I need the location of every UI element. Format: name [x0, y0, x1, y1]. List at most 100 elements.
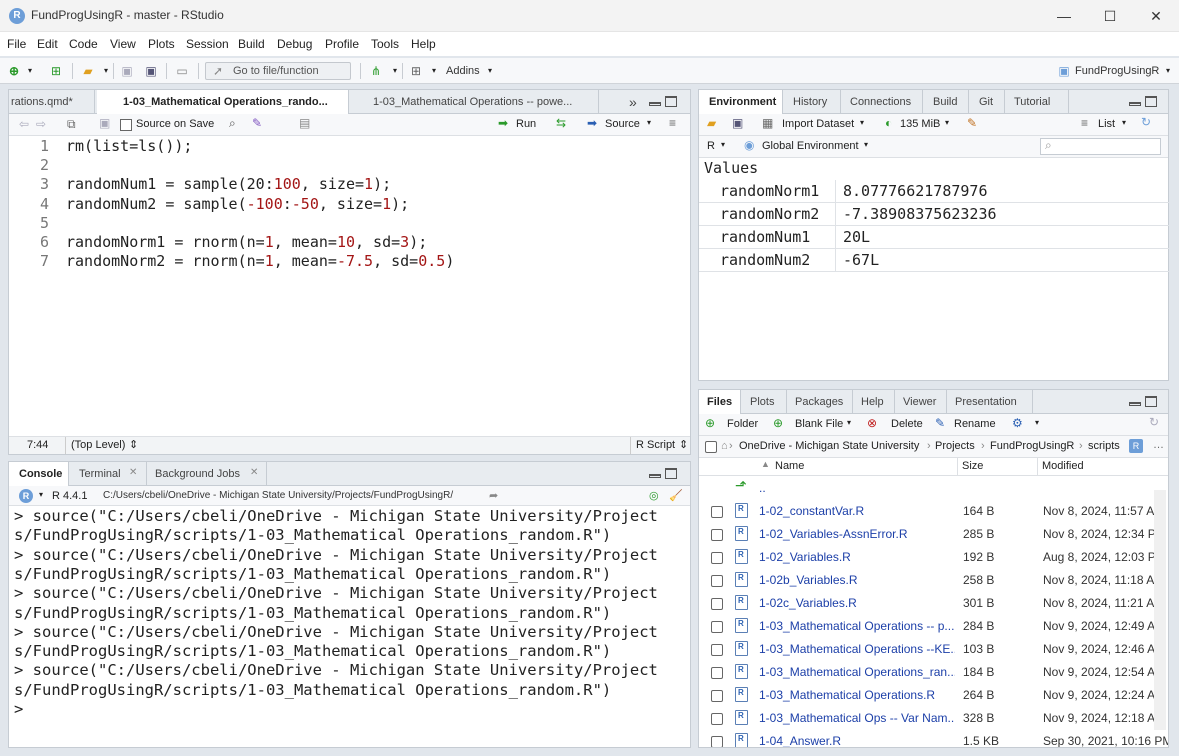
file-row[interactable]: 1-04_Answer.R 1.5 KB Sep 30, 2021, 10:16 P… [699, 730, 1168, 747]
menu-profile[interactable]: Profile [325, 37, 359, 51]
goto-dir-icon[interactable]: ➦ [489, 489, 498, 502]
project-menu[interactable]: FundProgUsingR [1075, 65, 1159, 77]
breadcrumb-onedrive[interactable]: OneDrive - Michigan State University [739, 440, 919, 452]
file-row[interactable]: 1-02b_Variables.R 258 B Nov 8, 2024, 11:18… [699, 569, 1168, 592]
pane-minmax-icon[interactable] [649, 96, 679, 108]
load-workspace-icon[interactable]: ▰ [707, 116, 716, 130]
chevron-down-icon[interactable]: ▾ [1160, 63, 1176, 79]
tab-math-random[interactable]: 1-03_Mathematical Operations_rando... [97, 90, 349, 115]
doc-outline-icon[interactable]: ≡ [669, 116, 676, 130]
menu-file[interactable]: File [7, 37, 26, 51]
parent-dir-link[interactable]: .. [759, 481, 955, 495]
code-line[interactable]: rm(list=ls()); [66, 137, 192, 155]
chevron-down-icon[interactable]: ▾ [482, 63, 498, 79]
file-row[interactable]: 1-03_Mathematical Operations_ran... 184 B… [699, 661, 1168, 684]
col-name-header[interactable]: Name [775, 460, 804, 472]
env-row[interactable]: randomNorm2 -7.38908375623236 [699, 203, 1169, 226]
print-icon[interactable]: ▭ [174, 63, 190, 79]
file-row[interactable]: 1-02_constantVar.R 164 B Nov 8, 2024, 11:5… [699, 500, 1168, 523]
close-icon[interactable]: ✕ [129, 467, 137, 478]
clear-console-icon[interactable]: 🧹 [669, 489, 683, 502]
pane-minmax-icon[interactable] [1129, 396, 1159, 408]
scope-selector[interactable]: Global Environment [762, 140, 859, 152]
tab-plots[interactable]: Plots [741, 390, 787, 414]
file-name-link[interactable]: 1-03_Mathematical Operations_ran... [759, 665, 955, 679]
menu-debug[interactable]: Debug [277, 37, 312, 51]
code-editor[interactable]: 1 rm(list=ls()); 2 3 randomNum1 = sample(20:… [9, 136, 690, 436]
tab-connections[interactable]: Connections [841, 90, 923, 114]
file-checkbox[interactable] [711, 644, 723, 656]
file-row[interactable]: 1-02c_Variables.R 301 B Nov 8, 2024, 11:21… [699, 592, 1168, 615]
new-file-icon[interactable]: ⊕ [6, 63, 22, 79]
col-size-header[interactable]: Size [962, 460, 983, 472]
pane-minmax-icon[interactable] [1129, 96, 1159, 108]
code-line[interactable]: randomNum1 = sample(20:100, size=1); [66, 175, 391, 193]
save-all-icon[interactable]: ▣ [143, 63, 159, 79]
tab-background-jobs[interactable]: Background Jobs [147, 462, 267, 486]
breadcrumb-fundprogusingr[interactable]: FundProgUsingR [990, 440, 1074, 452]
scope-selector[interactable]: (Top Level) [71, 439, 125, 451]
menu-view[interactable]: View [110, 37, 136, 51]
file-row[interactable]: 1-03_Mathematical Operations --KE... 103 … [699, 638, 1168, 661]
show-in-window-icon[interactable]: ⧉ [67, 117, 76, 132]
run-button[interactable]: Run [516, 118, 536, 130]
import-dataset-button[interactable]: Import Dataset [782, 118, 854, 130]
file-name-link[interactable]: 1-02_constantVar.R [759, 504, 955, 518]
goto-file-input[interactable]: Go to file/function [205, 62, 351, 80]
file-checkbox[interactable] [711, 713, 723, 725]
tab-presentation[interactable]: Presentation [947, 390, 1033, 414]
menu-session[interactable]: Session [186, 37, 229, 51]
breadcrumb-scripts[interactable]: scripts [1088, 440, 1120, 452]
code-line[interactable]: randomNorm2 = rnorm(n=1, mean=-7.5, sd=0… [66, 252, 454, 270]
file-row[interactable]: 1-03_Mathematical Ops -- Var Nam... 328 B… [699, 707, 1168, 730]
file-name-link[interactable]: 1-04_Answer.R [759, 734, 955, 747]
tab-help[interactable]: Help [853, 390, 895, 414]
more-tabs-icon[interactable]: » [629, 94, 637, 110]
file-checkbox[interactable] [711, 529, 723, 541]
chevron-down-icon[interactable]: ▾ [22, 63, 38, 79]
env-row[interactable]: randomNum1 20L [699, 226, 1169, 249]
file-name-link[interactable]: 1-03_Mathematical Ops -- Var Nam... [759, 711, 955, 725]
memory-usage[interactable]: 135 MiB [900, 118, 940, 130]
pane-layout-icon[interactable]: ⊞ [408, 63, 424, 79]
rerun-icon[interactable]: ⇆ [556, 116, 566, 130]
tab-viewer[interactable]: Viewer [895, 390, 947, 414]
chevron-down-icon[interactable]: ▾ [864, 140, 868, 149]
chevron-down-icon[interactable]: ▾ [98, 63, 114, 79]
tab-qmd[interactable]: rations.qmd* [9, 90, 95, 114]
menu-help[interactable]: Help [411, 37, 436, 51]
blank-file-button[interactable]: Blank File [795, 418, 843, 430]
chevron-down-icon[interactable]: ▾ [860, 118, 864, 127]
tab-tutorial[interactable]: Tutorial [1005, 90, 1069, 114]
code-tools-icon[interactable]: ✎ [252, 116, 262, 130]
chevron-down-icon[interactable]: ▾ [387, 63, 403, 79]
file-row[interactable]: 1-02_Variables-AssnError.R 285 B Nov 8, 20… [699, 523, 1168, 546]
menu-build[interactable]: Build [238, 37, 265, 51]
tab-packages[interactable]: Packages [787, 390, 853, 414]
file-name-link[interactable]: 1-03_Mathematical Operations --KE... [759, 642, 955, 656]
gear-icon[interactable]: ⚙ [1012, 416, 1023, 430]
file-name-link[interactable]: 1-02c_Variables.R [759, 596, 955, 610]
tab-console[interactable]: Console [9, 462, 69, 487]
menu-code[interactable]: Code [69, 37, 98, 51]
tab-files[interactable]: Files [699, 390, 741, 415]
file-checkbox[interactable] [711, 621, 723, 633]
close-button[interactable]: ✕ [1133, 0, 1179, 32]
file-row[interactable]: 1-03_Mathematical Operations.R 264 B Nov 9… [699, 684, 1168, 707]
outline-icon[interactable]: ▤ [299, 116, 310, 130]
language-selector[interactable]: R [707, 140, 715, 152]
file-name-link[interactable]: 1-03_Mathematical Operations -- p... [759, 619, 955, 633]
view-mode-selector[interactable]: List [1098, 118, 1115, 130]
close-icon[interactable]: ✕ [250, 467, 258, 478]
delete-button[interactable]: Delete [891, 418, 923, 430]
back-icon[interactable]: ⇦ [19, 117, 29, 131]
chevron-down-icon[interactable]: ▾ [426, 63, 442, 79]
menu-edit[interactable]: Edit [37, 37, 58, 51]
file-name-link[interactable]: 1-02b_Variables.R [759, 573, 955, 587]
forward-icon[interactable]: ⇨ [36, 117, 46, 131]
file-checkbox[interactable] [711, 552, 723, 564]
source-on-save-checkbox[interactable] [120, 119, 132, 131]
chevron-down-icon[interactable]: ▾ [847, 418, 851, 427]
addins-menu[interactable]: Addins [446, 65, 480, 77]
chevron-down-icon[interactable]: ▾ [39, 490, 43, 499]
